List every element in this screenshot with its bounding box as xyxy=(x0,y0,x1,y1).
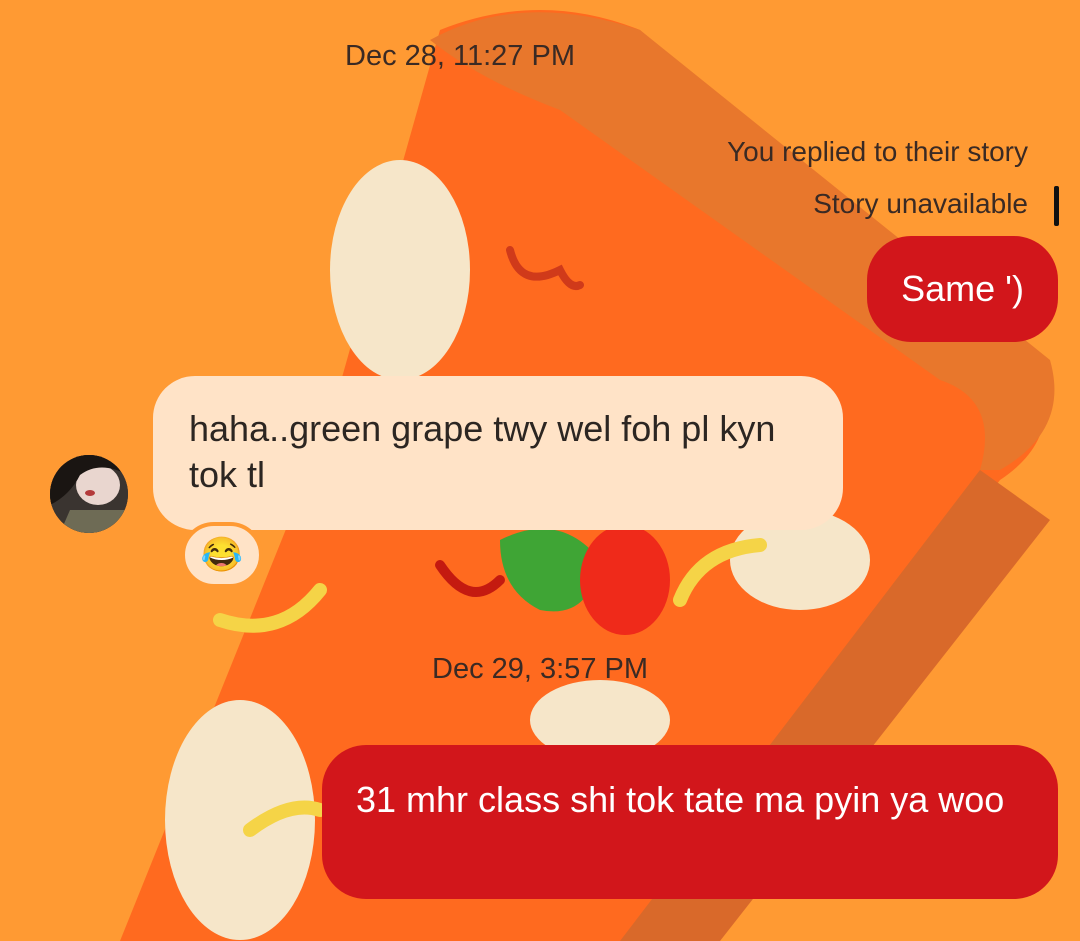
message-bubble-outgoing[interactable]: 31 mhr class shi tok tate ma pyin ya woo xyxy=(322,745,1058,899)
message-bubble-incoming[interactable]: haha..green grape twy wel foh pl kyn tok… xyxy=(153,376,843,530)
chat-thread: Dec 28, 11:27 PM You replied to their st… xyxy=(0,0,1080,941)
message-text: Same ') xyxy=(901,268,1024,309)
message-text: 31 mhr class shi tok tate ma pyin ya woo xyxy=(356,779,1005,820)
timestamp: Dec 29, 3:57 PM xyxy=(432,653,648,685)
avatar[interactable] xyxy=(50,455,128,533)
reaction-badge[interactable]: 😂 xyxy=(181,522,263,588)
story-reply-label: You replied to their story xyxy=(727,136,1028,167)
story-unavailable-label[interactable]: Story unavailable xyxy=(813,188,1028,220)
contact-avatar-icon xyxy=(50,455,128,533)
story-indicator-bar xyxy=(1054,186,1059,226)
message-bubble-outgoing[interactable]: Same ') xyxy=(867,236,1058,342)
laughing-tears-icon: 😂 xyxy=(200,536,244,574)
message-text: haha..green grape twy wel foh pl kyn tok… xyxy=(189,408,776,495)
timestamp: Dec 28, 11:27 PM xyxy=(345,40,575,72)
